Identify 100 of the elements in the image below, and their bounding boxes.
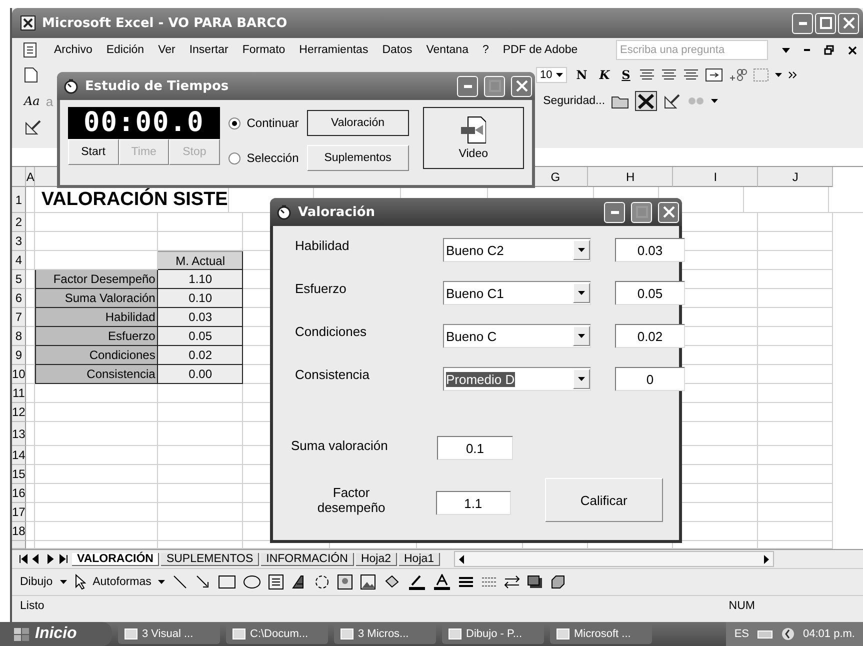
factor-field[interactable]: 1.1 (436, 491, 511, 515)
font-color-icon[interactable] (433, 574, 452, 590)
arrow-icon[interactable] (195, 574, 212, 590)
align-icon[interactable] (661, 68, 678, 82)
row-number[interactable]: 13 (12, 422, 26, 446)
taskbar-item[interactable]: Microsoft ... (550, 624, 652, 644)
minimize-button[interactable] (604, 202, 625, 222)
pointer-icon[interactable] (74, 574, 86, 590)
dropdown-arrow-icon[interactable] (60, 580, 67, 584)
menu-item[interactable]: Archivo (54, 44, 92, 56)
column-header[interactable]: H (588, 167, 674, 187)
calificar-button[interactable]: Calificar (544, 478, 663, 522)
dropdown-button[interactable] (573, 369, 590, 389)
menu-item[interactable]: ? (482, 44, 489, 56)
row-number[interactable]: 16 (12, 484, 26, 503)
dialog-button[interactable]: Suplementos (306, 145, 409, 171)
help-field[interactable]: Escriba una pregunta (616, 40, 768, 60)
row-number[interactable]: 6 (12, 289, 26, 308)
format-button[interactable]: S (618, 68, 634, 82)
row-number[interactable]: 1 (12, 187, 26, 213)
horizontal-scrollbar[interactable] (454, 551, 774, 567)
sheet-tab[interactable]: Hoja1 (399, 552, 440, 566)
menu-item[interactable]: Ver (158, 44, 176, 56)
draw-menu[interactable]: Dibujo (20, 576, 53, 588)
value-field[interactable]: 0.02 (615, 324, 685, 348)
value-field[interactable]: 0.03 (615, 238, 685, 262)
row-number[interactable]: 8 (12, 327, 26, 346)
column-header[interactable]: I (673, 167, 758, 187)
taskbar-item[interactable]: C:\Docum... (226, 624, 328, 644)
rectangle-icon[interactable] (218, 575, 236, 589)
column-header[interactable]: A (26, 167, 36, 187)
row-number[interactable]: 12 (12, 403, 26, 422)
row-number[interactable]: 15 (12, 465, 26, 484)
drafting-icon[interactable] (663, 93, 682, 109)
sheet-tab[interactable]: Hoja2 (356, 552, 397, 566)
dialog-button[interactable]: Valoración (306, 110, 409, 136)
align-icon[interactable] (683, 68, 700, 82)
image-icon[interactable] (360, 574, 376, 590)
scroll-left-icon[interactable] (459, 554, 464, 564)
scroll-right-icon[interactable] (764, 554, 770, 564)
timer-button[interactable]: Start (68, 139, 119, 165)
format-button[interactable]: N (573, 68, 590, 82)
radio-label[interactable]: Selección (246, 151, 299, 165)
taskbar-item[interactable]: 3 Visual ... (118, 624, 220, 644)
row-number[interactable]: 11 (12, 384, 26, 403)
autoshapes-menu[interactable]: Autoformas (92, 576, 152, 588)
inicio-button[interactable]: Inicio (0, 622, 112, 646)
row-number[interactable]: 5 (12, 270, 26, 289)
dash-style-icon[interactable] (481, 575, 498, 589)
menu-item[interactable]: Ventana (426, 44, 468, 56)
menu-item[interactable]: Formato (242, 44, 286, 56)
minimize-button[interactable] (457, 76, 478, 96)
decimal-icon[interactable] (729, 68, 748, 82)
row-number[interactable]: 4 (12, 251, 26, 270)
row-number[interactable]: 10 (12, 365, 26, 384)
sheet-tab[interactable]: INFORMACIÓN (261, 552, 354, 566)
expand-tray-icon[interactable] (781, 627, 796, 641)
radio-button[interactable] (228, 116, 241, 130)
taskbar-item[interactable]: 3 Micros... (334, 624, 436, 644)
dropdown-arrow-icon[interactable] (782, 48, 790, 52)
tools-icon[interactable] (635, 91, 658, 111)
close-button[interactable] (658, 202, 679, 222)
radio-button[interactable] (228, 152, 241, 164)
menu-item[interactable]: Insertar (189, 44, 228, 56)
restore-icon[interactable] (824, 45, 834, 55)
row-number[interactable]: 18 (12, 522, 26, 541)
row-number[interactable]: 3 (12, 232, 26, 251)
shadow-icon[interactable] (527, 575, 544, 589)
value-field[interactable]: 0.05 (615, 281, 685, 305)
more-icon[interactable] (788, 71, 798, 79)
styles-label[interactable]: Aa (24, 94, 40, 108)
row-number[interactable]: 17 (12, 503, 26, 522)
close-button[interactable] (838, 12, 859, 34)
maximize-button[interactable] (815, 12, 836, 34)
row-number[interactable]: 9 (12, 346, 26, 365)
value-field[interactable]: 0 (615, 367, 685, 391)
font-size-field[interactable]: 10 (536, 67, 568, 83)
security-button[interactable]: Seguridad... (543, 95, 606, 107)
video-button[interactable]: Video (422, 107, 524, 169)
row-number[interactable]: 7 (12, 308, 26, 327)
row-number[interactable]: 2 (12, 213, 26, 232)
minimize-button[interactable] (792, 12, 813, 34)
radio-label[interactable]: Continuar (246, 116, 299, 130)
dropdown-arrow-icon[interactable] (775, 73, 782, 77)
sheet-tab[interactable]: VALORACIÓN (72, 552, 160, 566)
menu-item[interactable]: PDF de Adobe (502, 44, 578, 56)
taskbar-item[interactable]: Dibujo - P... (442, 624, 544, 644)
oval-icon[interactable] (243, 575, 262, 589)
dropdown-button[interactable] (573, 283, 590, 303)
column-header[interactable]: J (758, 167, 834, 187)
sheet-tab[interactable]: SUPLEMENTOS (161, 552, 260, 566)
keyboard-icon[interactable] (757, 630, 774, 638)
clip-art-icon[interactable] (337, 574, 354, 590)
new-document-icon[interactable] (24, 67, 38, 83)
arrow-style-icon[interactable] (504, 575, 520, 589)
3d-icon[interactable] (550, 574, 566, 590)
row-number[interactable]: 14 (12, 446, 26, 465)
close-icon[interactable] (848, 46, 857, 54)
text-box-icon[interactable] (268, 574, 284, 590)
align-icon[interactable] (639, 68, 656, 82)
